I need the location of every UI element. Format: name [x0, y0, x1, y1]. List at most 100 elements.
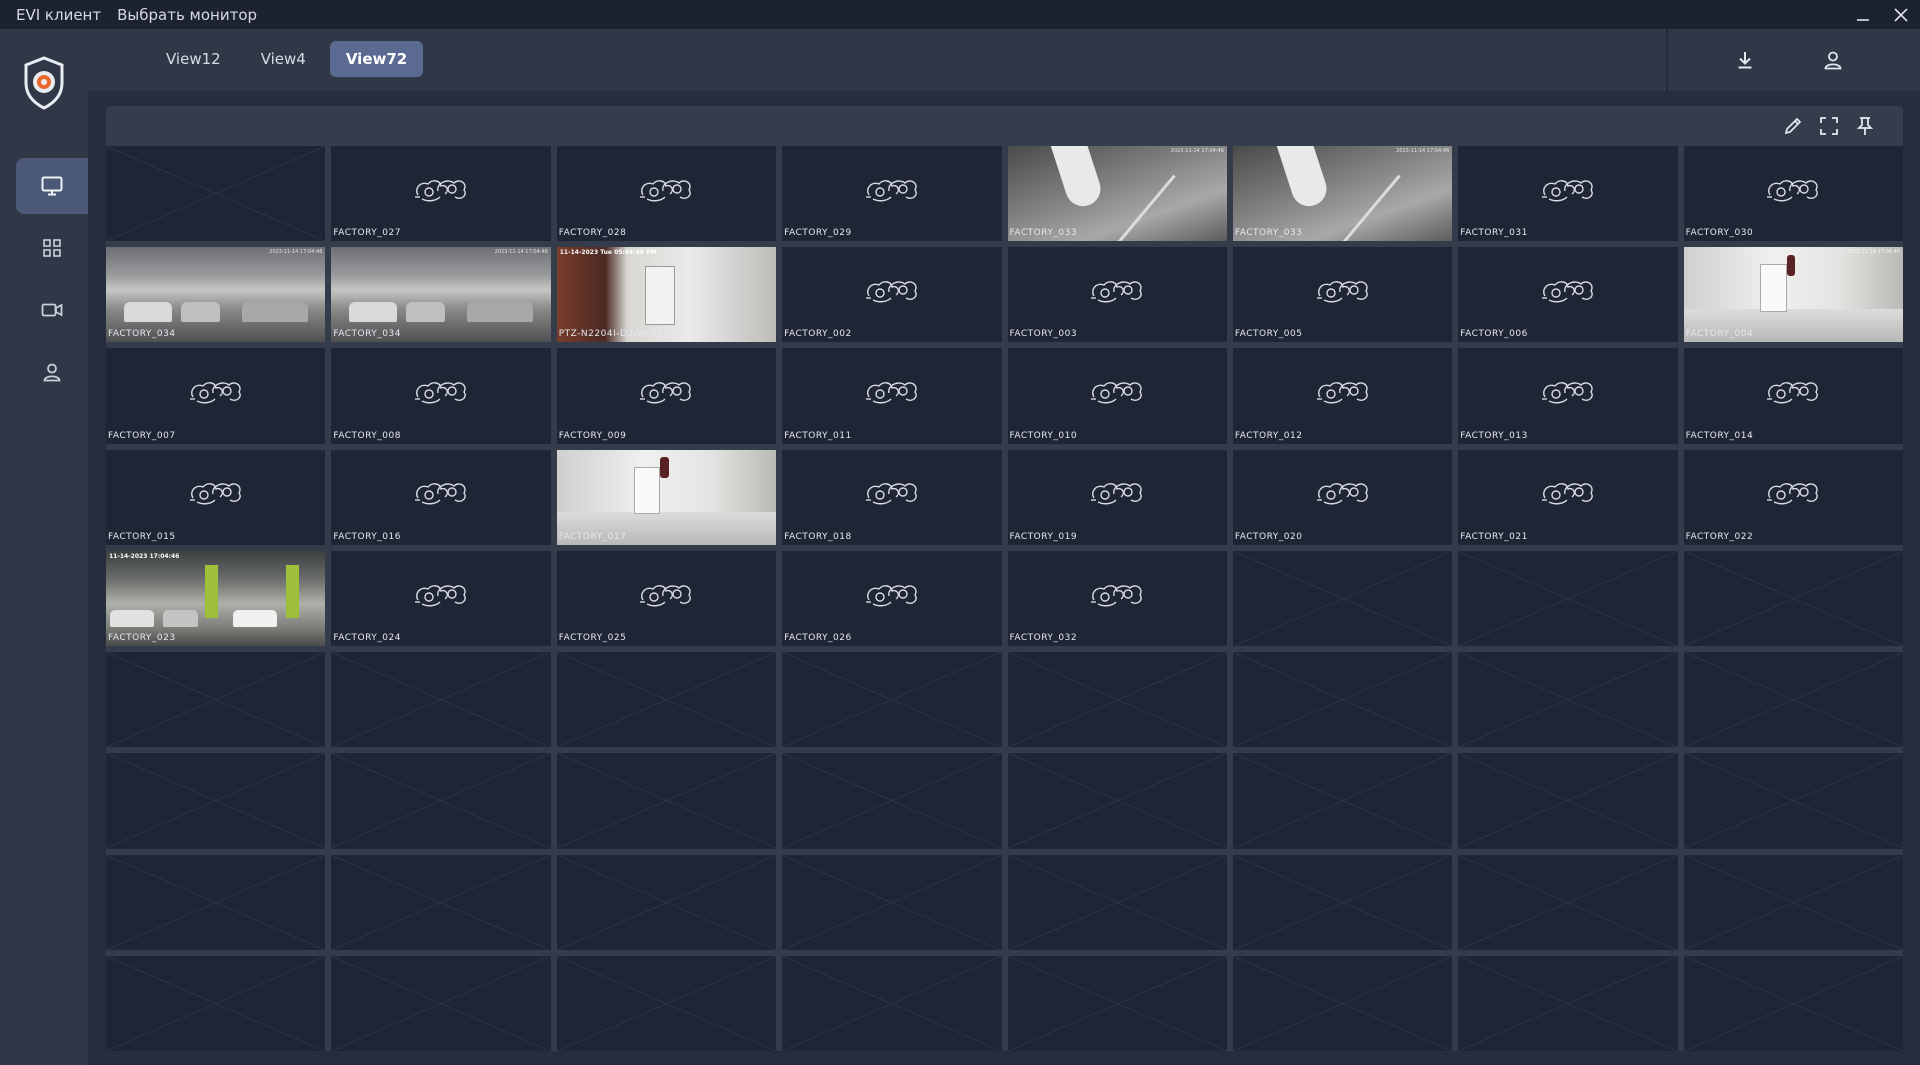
empty-slot-cross	[1458, 652, 1677, 747]
camera-tile-offline[interactable]: FACTORY_007	[106, 348, 326, 444]
camera-tile-offline[interactable]: FACTORY_012	[1232, 348, 1453, 444]
no-signal-camera-icon	[640, 382, 692, 404]
camera-tile-live[interactable]: 2023-11-14 17:04:46 FACTORY_004	[1683, 247, 1903, 343]
camera-tile-offline[interactable]: FACTORY_025	[556, 550, 777, 647]
sidebar-item-users[interactable]	[16, 344, 88, 400]
camera-tile-offline[interactable]: FACTORY_028	[556, 146, 777, 242]
camera-tile-offline[interactable]: FACTORY_002	[782, 247, 1002, 343]
camera-tile-offline[interactable]: FACTORY_016	[331, 449, 551, 545]
empty-camera-slot[interactable]	[1232, 753, 1453, 849]
camera-tile-offline[interactable]: FACTORY_024	[331, 550, 551, 647]
empty-camera-slot[interactable]	[331, 854, 551, 950]
camera-tile-offline[interactable]: FACTORY_010	[1007, 348, 1227, 444]
camera-tile-offline[interactable]: FACTORY_011	[782, 348, 1002, 444]
camera-tile-live[interactable]: 11-14-2023 Tue 05:04:46 PM PTZ-N2204I-D3/…	[556, 247, 777, 343]
empty-camera-slot[interactable]	[1458, 955, 1678, 1051]
camera-tile-offline[interactable]: FACTORY_027	[331, 146, 551, 242]
window-controls	[1844, 0, 1920, 29]
camera-tile-offline[interactable]: FACTORY_005	[1232, 247, 1453, 343]
empty-camera-slot[interactable]	[1458, 652, 1678, 748]
empty-slot-cross	[782, 753, 1001, 848]
camera-tile-offline[interactable]: FACTORY_020	[1232, 449, 1453, 545]
camera-tile-offline[interactable]: FACTORY_026	[782, 550, 1002, 647]
video-feed	[556, 247, 777, 343]
camera-tile-live[interactable]: 2023-11-14 17:04:46 FACTORY_034	[106, 247, 326, 343]
camera-tile-offline[interactable]: FACTORY_032	[1007, 550, 1227, 647]
tab-view4[interactable]: View4	[245, 41, 322, 77]
camera-tile-offline[interactable]: FACTORY_003	[1007, 247, 1227, 343]
sidebar-item-cameras[interactable]	[16, 282, 88, 338]
no-signal-camera-icon	[1316, 483, 1368, 505]
camera-tile-offline[interactable]: FACTORY_006	[1458, 247, 1678, 343]
camera-tile-offline[interactable]: FACTORY_021	[1458, 449, 1678, 545]
empty-camera-slot[interactable]	[782, 955, 1002, 1051]
close-button[interactable]	[1882, 0, 1920, 29]
empty-camera-slot[interactable]	[106, 652, 326, 748]
empty-camera-slot[interactable]	[1683, 854, 1903, 950]
camera-tile-offline[interactable]: FACTORY_031	[1458, 146, 1678, 242]
empty-camera-slot[interactable]	[331, 652, 551, 748]
empty-camera-slot[interactable]	[106, 955, 326, 1051]
camera-tile-offline[interactable]: FACTORY_030	[1683, 146, 1903, 242]
empty-camera-slot[interactable]	[1683, 955, 1903, 1051]
no-signal-camera-icon	[640, 584, 692, 607]
empty-camera-slot[interactable]	[1458, 753, 1678, 849]
empty-camera-slot[interactable]	[1458, 854, 1678, 950]
empty-camera-slot[interactable]	[1683, 652, 1903, 748]
empty-camera-slot[interactable]	[1232, 652, 1453, 748]
empty-camera-slot[interactable]	[106, 854, 326, 950]
download-button[interactable]	[1730, 45, 1760, 75]
app-name: EVI клиент	[16, 5, 102, 24]
empty-camera-slot[interactable]	[1007, 652, 1227, 748]
camera-tile-offline[interactable]: FACTORY_019	[1007, 449, 1227, 545]
empty-camera-slot[interactable]	[1232, 550, 1453, 647]
fullscreen-button[interactable]	[1817, 114, 1841, 138]
camera-tile-live[interactable]: 2023-11-14 17:04:46 FACTORY_034	[331, 247, 551, 343]
empty-camera-slot[interactable]	[782, 652, 1002, 748]
camera-tile-offline[interactable]: FACTORY_018	[782, 449, 1002, 545]
sidebar-item-layouts[interactable]	[16, 220, 88, 276]
empty-camera-slot[interactable]	[1232, 854, 1453, 950]
tab-view12[interactable]: View12	[150, 41, 237, 77]
empty-camera-slot[interactable]	[556, 652, 777, 748]
empty-camera-slot[interactable]	[331, 753, 551, 849]
minimize-button[interactable]	[1844, 0, 1882, 29]
camera-tile-offline[interactable]: FACTORY_013	[1458, 348, 1678, 444]
camera-tile-live[interactable]: 2023-11-14 17:04:46 FACTORY_033	[1232, 146, 1453, 242]
camera-tile-offline[interactable]: FACTORY_014	[1683, 348, 1903, 444]
camera-tile-offline[interactable]: FACTORY_009	[556, 348, 777, 444]
camera-tile-offline[interactable]: FACTORY_029	[782, 146, 1002, 242]
empty-slot-cross	[331, 956, 550, 1051]
empty-camera-slot[interactable]	[106, 146, 326, 242]
empty-camera-slot[interactable]	[331, 955, 551, 1051]
empty-slot-cross	[331, 753, 550, 848]
empty-camera-slot[interactable]	[1007, 753, 1227, 849]
empty-camera-slot[interactable]	[1683, 753, 1903, 849]
tab-view72[interactable]: View72	[329, 41, 424, 77]
sidebar-item-monitor[interactable]	[16, 158, 88, 214]
camera-tile-offline[interactable]: FACTORY_008	[331, 348, 551, 444]
empty-camera-slot[interactable]	[556, 854, 777, 950]
empty-camera-slot[interactable]	[1007, 854, 1227, 950]
camera-label: FACTORY_008	[333, 430, 401, 441]
camera-tile-live[interactable]: 11-14-2023 17:04:46 FACTORY_023	[106, 550, 326, 647]
empty-camera-slot[interactable]	[556, 955, 777, 1051]
camera-tile-live[interactable]: FACTORY_017	[556, 449, 777, 545]
empty-camera-slot[interactable]	[782, 854, 1002, 950]
empty-camera-slot[interactable]	[782, 753, 1002, 849]
empty-camera-slot[interactable]	[556, 753, 777, 849]
empty-camera-slot[interactable]	[1458, 550, 1678, 647]
empty-slot-cross	[557, 956, 776, 1051]
empty-camera-slot[interactable]	[1683, 550, 1903, 647]
empty-camera-slot[interactable]	[1232, 955, 1453, 1051]
camera-tile-offline[interactable]: FACTORY_022	[1683, 449, 1903, 545]
camera-tile-live[interactable]: 2023-11-14 17:04:46 FACTORY_033	[1007, 146, 1227, 242]
select-monitor-menu[interactable]: Выбрать монитор	[117, 6, 257, 24]
empty-camera-slot[interactable]	[1007, 955, 1227, 1051]
empty-camera-slot[interactable]	[106, 753, 326, 849]
edit-layout-button[interactable]	[1781, 114, 1805, 138]
camera-tile-offline[interactable]: FACTORY_015	[106, 449, 326, 545]
user-profile-button[interactable]	[1818, 45, 1848, 75]
camera-label: FACTORY_031	[1460, 228, 1528, 239]
pin-button[interactable]	[1853, 114, 1877, 138]
